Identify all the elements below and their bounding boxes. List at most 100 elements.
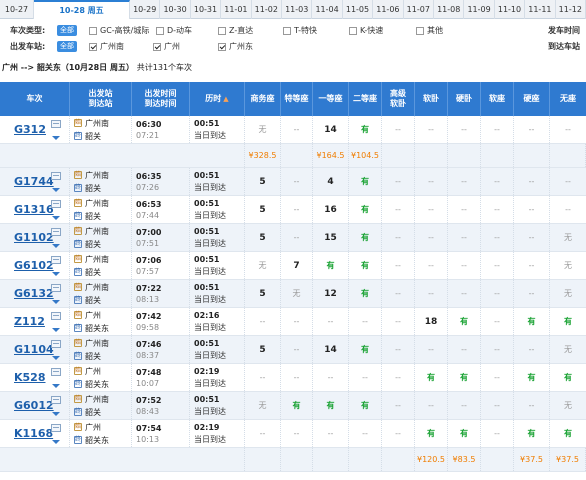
seat-cell[interactable]: --	[281, 308, 313, 335]
seat-cell[interactable]: --	[281, 196, 313, 223]
seat-cell[interactable]: --	[481, 116, 514, 143]
seat-cell[interactable]: 无	[245, 252, 281, 279]
seat-cell[interactable]: --	[514, 224, 550, 251]
date-tab[interactable]: 11-05	[343, 0, 374, 19]
seat-cell[interactable]: --	[415, 252, 448, 279]
train-info-icon[interactable]	[51, 256, 61, 264]
seat-cell[interactable]: 无	[245, 392, 281, 419]
seat-cell[interactable]: 无	[245, 116, 281, 143]
seat-cell[interactable]: --	[481, 420, 514, 447]
header-duration[interactable]: 历时 ▲	[190, 82, 245, 116]
seat-cell[interactable]: 有	[349, 336, 382, 363]
seat-cell[interactable]: 5	[245, 196, 281, 223]
chevron-down-icon[interactable]	[52, 328, 60, 332]
seat-cell[interactable]: --	[448, 392, 481, 419]
seat-cell[interactable]: --	[415, 392, 448, 419]
seat-cell[interactable]: --	[382, 168, 415, 195]
seat-cell[interactable]: --	[481, 336, 514, 363]
seat-cell[interactable]: 有	[550, 364, 586, 391]
checkbox[interactable]	[283, 26, 291, 35]
date-tab[interactable]: 10-28 周五	[34, 0, 130, 19]
seat-cell[interactable]: 有	[415, 364, 448, 391]
checkbox[interactable]	[349, 26, 357, 35]
seat-cell[interactable]: 有	[448, 308, 481, 335]
train-number-link[interactable]: G1744	[14, 175, 54, 188]
seat-cell[interactable]: 18	[415, 308, 448, 335]
seat-cell[interactable]: 有	[550, 420, 586, 447]
seat-cell[interactable]: --	[245, 420, 281, 447]
chevron-down-icon[interactable]	[52, 356, 60, 360]
seat-cell[interactable]: --	[313, 364, 349, 391]
seat-cell[interactable]: 有	[514, 364, 550, 391]
checkbox[interactable]	[156, 26, 164, 35]
seat-cell[interactable]: --	[514, 392, 550, 419]
header-times[interactable]: 出发时间 到达时间	[132, 82, 190, 116]
date-tab[interactable]: 11-04	[312, 0, 343, 19]
chevron-down-icon[interactable]	[52, 272, 60, 276]
date-tab[interactable]: 11-07	[404, 0, 434, 19]
seat-cell[interactable]: 有	[550, 308, 586, 335]
seat-cell[interactable]: --	[382, 280, 415, 307]
seat-cell[interactable]: --	[448, 196, 481, 223]
train-info-icon[interactable]	[51, 368, 61, 376]
seat-cell[interactable]: --	[481, 392, 514, 419]
station-option[interactable]: 广州南	[89, 39, 124, 54]
seat-cell[interactable]: --	[481, 280, 514, 307]
seat-cell[interactable]: --	[349, 308, 382, 335]
seat-cell[interactable]: 有	[349, 224, 382, 251]
chevron-down-icon[interactable]	[52, 300, 60, 304]
seat-cell[interactable]: --	[281, 364, 313, 391]
station-all-button[interactable]: 全部	[57, 41, 77, 52]
date-tab[interactable]: 11-12	[556, 0, 586, 19]
train-info-icon[interactable]	[51, 120, 61, 128]
seat-cell[interactable]: --	[481, 196, 514, 223]
header-train[interactable]: 车次	[0, 82, 70, 116]
checkbox[interactable]	[89, 26, 97, 35]
seat-cell[interactable]: --	[382, 420, 415, 447]
seat-cell[interactable]: --	[415, 224, 448, 251]
seat-cell[interactable]: --	[313, 308, 349, 335]
seat-cell[interactable]: 5	[245, 168, 281, 195]
seat-cell[interactable]: 无	[550, 392, 586, 419]
date-tab[interactable]: 10-27	[0, 0, 34, 19]
train-type-option[interactable]: T-特快	[283, 23, 317, 38]
train-number-link[interactable]: K528	[14, 371, 46, 384]
date-tab[interactable]: 11-09	[464, 0, 495, 19]
seat-cell[interactable]: --	[349, 420, 382, 447]
seat-cell[interactable]: --	[481, 252, 514, 279]
checkbox[interactable]	[218, 26, 226, 35]
seat-cell[interactable]: 有	[349, 252, 382, 279]
train-number-link[interactable]: G1102	[14, 231, 54, 244]
train-type-option[interactable]: GC-高铁/城际	[89, 23, 149, 38]
seat-cell[interactable]: 有	[514, 420, 550, 447]
train-type-option[interactable]: D-动车	[156, 23, 192, 38]
seat-cell[interactable]: --	[349, 364, 382, 391]
seat-cell[interactable]: 无	[550, 280, 586, 307]
seat-cell[interactable]: --	[382, 196, 415, 223]
checkbox[interactable]	[153, 42, 161, 51]
seat-cell[interactable]: --	[415, 336, 448, 363]
seat-cell[interactable]: 有	[448, 420, 481, 447]
seat-cell[interactable]: 有	[349, 392, 382, 419]
date-tab[interactable]: 11-02	[252, 0, 282, 19]
seat-cell[interactable]: --	[448, 116, 481, 143]
seat-cell[interactable]: --	[514, 116, 550, 143]
seat-cell[interactable]: --	[245, 308, 281, 335]
train-number-link[interactable]: Z112	[14, 315, 45, 328]
train-info-icon[interactable]	[51, 284, 61, 292]
seat-cell[interactable]: --	[415, 116, 448, 143]
train-info-icon[interactable]	[51, 200, 61, 208]
seat-cell[interactable]: 有	[514, 308, 550, 335]
chevron-down-icon[interactable]	[52, 440, 60, 444]
seat-cell[interactable]: --	[550, 168, 586, 195]
chevron-down-icon[interactable]	[52, 188, 60, 192]
train-info-icon[interactable]	[51, 340, 61, 348]
seat-cell[interactable]: --	[448, 168, 481, 195]
seat-cell[interactable]: 无	[550, 252, 586, 279]
seat-cell[interactable]: --	[514, 336, 550, 363]
seat-cell[interactable]: --	[382, 392, 415, 419]
checkbox[interactable]	[89, 42, 97, 51]
seat-cell[interactable]: 有	[349, 168, 382, 195]
train-type-option[interactable]: Z-直达	[218, 23, 253, 38]
date-tab[interactable]: 10-31	[191, 0, 222, 19]
